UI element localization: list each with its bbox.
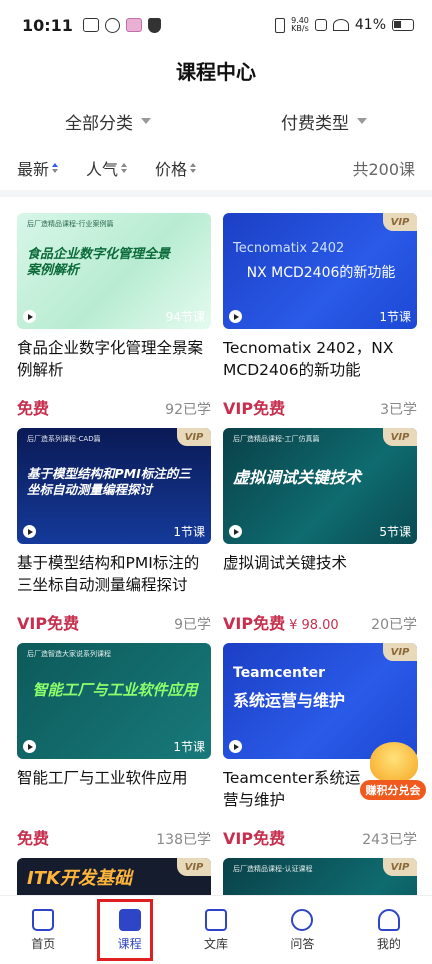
vip-badge: VIP — [383, 428, 417, 446]
divider — [0, 190, 432, 197]
nav-library[interactable]: 文库 — [173, 896, 259, 964]
vibrate-icon — [275, 17, 286, 33]
course-thumbnail: Tecnomatix 2402 NX MCD2406的新功能 VIP 1节课 — [223, 213, 417, 329]
course-title: 食品企业数字化管理全景案例解析 — [17, 339, 204, 379]
course-price: VIP免费 — [223, 614, 286, 633]
chevron-down-icon — [357, 118, 367, 124]
sort-bar: 最新 人气 价格 共200课 — [0, 150, 432, 186]
course-card[interactable]: 后厂造精品课程-行业案例篇 食品企业数字化管理全景案例解析 94节课 食品企业数… — [17, 213, 211, 419]
course-title: Tecnomatix 2402，NX MCD2406的新功能 — [223, 339, 394, 379]
course-price: 免费 — [17, 399, 50, 418]
status-time: 10:11 — [22, 15, 73, 35]
page-title: 课程中心 — [176, 60, 256, 84]
play-icon — [23, 525, 36, 538]
battery-percent: 41% — [354, 17, 386, 33]
nav-qa[interactable]: 问答 — [259, 896, 345, 964]
course-price: VIP免费 — [17, 614, 80, 633]
course-card[interactable]: 后厂造精品课程-工厂仿真篇 虚拟调试关键技术 VIP 5节课 虚拟调试关键技术 … — [223, 428, 417, 634]
sort-newest[interactable]: 最新 — [17, 156, 59, 180]
play-icon — [229, 740, 242, 753]
course-thumbnail: 后厂造精品课程-工厂仿真篇 虚拟调试关键技术 VIP 5节课 — [223, 428, 417, 544]
vip-badge: VIP — [383, 213, 417, 231]
original-price: ¥ 98.00 — [289, 618, 339, 633]
sort-icon — [52, 163, 59, 173]
play-icon — [229, 310, 242, 323]
status-bar: 10:11 9.40 KB/s 41% — [0, 0, 432, 50]
bottom-nav: 首页 课程 文库 问答 我的 — [0, 895, 432, 964]
sort-icon — [190, 163, 197, 173]
learned-count: 92已学 — [165, 402, 211, 418]
learned-count: 243已学 — [362, 832, 417, 848]
nav-profile[interactable]: 我的 — [346, 896, 432, 964]
course-count: 共200课 — [352, 160, 415, 179]
course-title: 基于模型结构和PMI标注的三坐标自动测量编程探讨 — [17, 554, 200, 594]
net-speed: 9.40 KB/s — [291, 16, 309, 33]
course-price: VIP免费 — [223, 829, 286, 848]
course-thumbnail: 后厂造精品课程-行业案例篇 食品企业数字化管理全景案例解析 94节课 — [17, 213, 211, 329]
wifi-icon — [332, 19, 349, 31]
app-badge-icon — [125, 18, 142, 32]
course-price: 免费 — [17, 829, 50, 848]
library-icon — [205, 908, 228, 931]
learned-count: 20已学 — [371, 617, 417, 633]
learned-count: 9已学 — [174, 617, 211, 633]
learned-count: 3已学 — [380, 402, 417, 418]
app-notification-icon — [104, 17, 120, 33]
vip-badge: VIP — [177, 428, 211, 446]
play-icon — [23, 310, 36, 323]
course-thumbnail: 后厂造智造大家说系列课程 智能工厂与工业软件应用 1节课 — [17, 643, 211, 759]
vip-badge: VIP — [383, 643, 417, 661]
course-title: 虚拟调试关键技术 — [223, 554, 348, 572]
coin-icon — [370, 742, 418, 782]
no-sim-icon — [314, 19, 327, 31]
sort-icon — [121, 163, 128, 173]
course-card[interactable]: 后厂造智造大家说系列课程 智能工厂与工业软件应用 1节课 智能工厂与工业软件应用… — [17, 643, 211, 849]
course-card[interactable]: 后厂造系列课程-CAD篇 基于模型结构和PMI标注的三坐标自动测量编程探讨 VI… — [17, 428, 211, 634]
home-icon — [32, 908, 55, 931]
points-promo-button[interactable]: 赚积分兑会 — [360, 742, 426, 804]
sort-price[interactable]: 价格 — [155, 156, 197, 180]
active-tab-highlight — [97, 899, 153, 961]
battery-icon — [392, 19, 414, 31]
course-thumbnail: 后厂造系列课程-CAD篇 基于模型结构和PMI标注的三坐标自动测量编程探讨 VI… — [17, 428, 211, 544]
vip-badge: VIP — [177, 858, 211, 876]
vip-badge: VIP — [383, 858, 417, 876]
play-icon — [23, 740, 36, 753]
shield-icon — [147, 17, 161, 33]
sort-popular[interactable]: 人气 — [86, 156, 128, 180]
play-icon — [229, 525, 242, 538]
profile-icon — [377, 908, 400, 931]
course-title: 智能工厂与工业软件应用 — [17, 769, 188, 787]
course-card[interactable]: Tecnomatix 2402 NX MCD2406的新功能 VIP 1节课 T… — [223, 213, 417, 419]
course-price: VIP免费 — [223, 399, 286, 418]
qa-icon — [291, 908, 314, 931]
chevron-down-icon — [141, 118, 151, 124]
gallery-notification-icon — [82, 18, 99, 32]
fee-type-filter[interactable]: 付费类型 — [216, 104, 432, 138]
category-filter[interactable]: 全部分类 — [0, 104, 216, 138]
learned-count: 138已学 — [156, 832, 211, 848]
filter-bar: 全部分类 付费类型 — [0, 104, 432, 138]
nav-home[interactable]: 首页 — [0, 896, 86, 964]
